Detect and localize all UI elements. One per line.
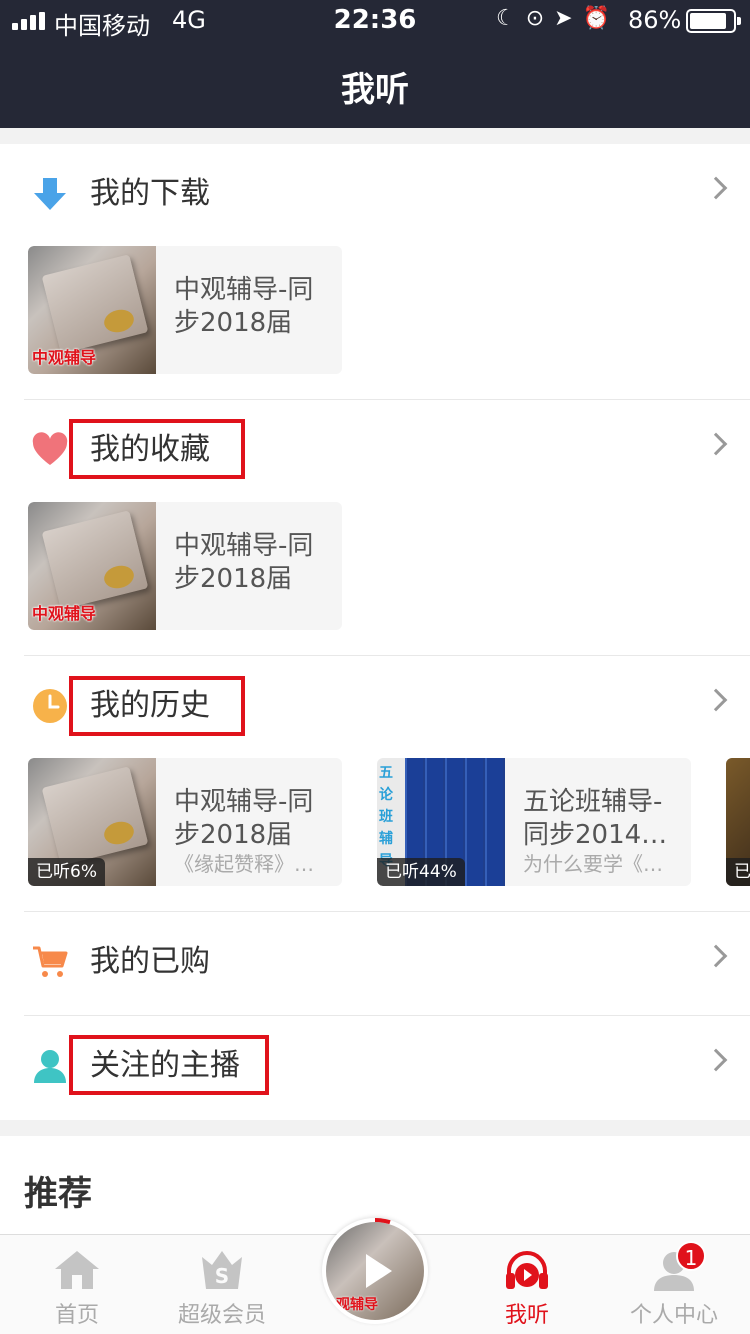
- home-icon: [55, 1251, 99, 1289]
- status-icons: ☾⊙➤⏰: [496, 6, 620, 31]
- album-cover: 中观辅导: [28, 246, 156, 374]
- album-title: 中观辅导-同步2018届: [174, 787, 314, 850]
- history-item-partial[interactable]: 已: [726, 758, 750, 886]
- page-title: 我听: [341, 70, 409, 110]
- history-item[interactable]: 已听6% 中观辅导-同步2018届 《缘起赞释》…: [28, 758, 342, 886]
- my-listening-card: 我的下载 中观辅导 中观辅导-同步2018届 我的收藏 中观辅导 中观辅导-同步…: [0, 144, 750, 1120]
- tab-profile[interactable]: 1 个人中心: [614, 1235, 734, 1334]
- tab-label: 个人中心: [629, 1303, 718, 1328]
- battery-icon: [686, 9, 741, 33]
- person-icon: [34, 1050, 66, 1083]
- album-cover: 五论班辅导 已听44%: [377, 758, 505, 886]
- vip-crown-icon: S: [202, 1251, 242, 1289]
- chevron-right-icon: [704, 944, 728, 968]
- tab-label: 首页: [54, 1303, 99, 1328]
- episode-title: 《缘起赞释》…: [174, 852, 314, 876]
- alarm-icon: ⏰: [582, 6, 621, 31]
- notification-badge: 1: [676, 1241, 706, 1271]
- chevron-right-icon: [704, 432, 728, 456]
- highlight-box: [69, 676, 245, 736]
- tab-home[interactable]: 首页: [22, 1235, 132, 1334]
- favorite-item[interactable]: 中观辅导 中观辅导-同步2018届: [28, 502, 342, 630]
- cover-label: 中观辅导: [32, 604, 97, 623]
- status-bar: 中国移动 4G 22:36 ☾⊙➤⏰ 86%: [0, 0, 750, 42]
- listen-progress: 已: [726, 858, 750, 886]
- clock-icon: [33, 689, 67, 723]
- download-arrow-icon: [34, 178, 66, 210]
- download-item[interactable]: 中观辅导 中观辅导-同步2018届: [28, 246, 342, 374]
- tab-my-listening[interactable]: 我听: [472, 1235, 582, 1334]
- downloads-row[interactable]: 我的下载: [0, 144, 750, 244]
- album-title: 中观辅导-同步2018届: [174, 275, 314, 338]
- recommend-title: 推荐: [24, 1174, 92, 1214]
- cart-icon: [33, 946, 68, 977]
- location-icon: ➤: [554, 6, 583, 31]
- moon-icon: ☾: [496, 6, 526, 31]
- tab-label: 我听: [504, 1303, 549, 1328]
- downloads-title: 我的下载: [90, 176, 210, 211]
- heart-icon: [32, 432, 68, 465]
- now-playing-button[interactable]: 观辅导: [322, 1218, 428, 1324]
- album-cover: 中观辅导: [28, 502, 156, 630]
- chevron-right-icon: [704, 688, 728, 712]
- chevron-right-icon: [704, 176, 728, 200]
- listen-progress: 已听6%: [28, 858, 105, 886]
- episode-title: 为什么要学《…: [523, 852, 663, 876]
- tab-vip[interactable]: S 超级会员: [162, 1235, 282, 1334]
- battery-percent: 86%: [628, 6, 682, 34]
- highlight-box: [69, 419, 245, 479]
- svg-text:S: S: [215, 1264, 229, 1288]
- chevron-right-icon: [704, 1048, 728, 1072]
- listen-progress: 已听44%: [377, 858, 465, 886]
- play-icon: [366, 1218, 392, 1288]
- cover-label: 五论班辅导: [379, 765, 393, 869]
- top-bar: 中国移动 4G 22:36 ☾⊙➤⏰ 86% 我听: [0, 0, 750, 128]
- album-cover: 已听6%: [28, 758, 156, 886]
- cover-label: 中观辅导: [32, 348, 97, 367]
- history-item[interactable]: 五论班辅导 已听44% 五论班辅导-同步2014… 为什么要学《…: [377, 758, 691, 886]
- album-title: 五论班辅导-同步2014…: [523, 787, 668, 850]
- tab-label: 超级会员: [177, 1303, 266, 1328]
- purchased-title: 我的已购: [90, 944, 210, 979]
- headphones-icon: [506, 1251, 548, 1289]
- purchased-row[interactable]: 我的已购: [0, 912, 750, 1012]
- album-title: 中观辅导-同步2018届: [174, 531, 314, 594]
- highlight-box: [69, 1035, 269, 1095]
- rotation-lock-icon: ⊙: [525, 6, 555, 31]
